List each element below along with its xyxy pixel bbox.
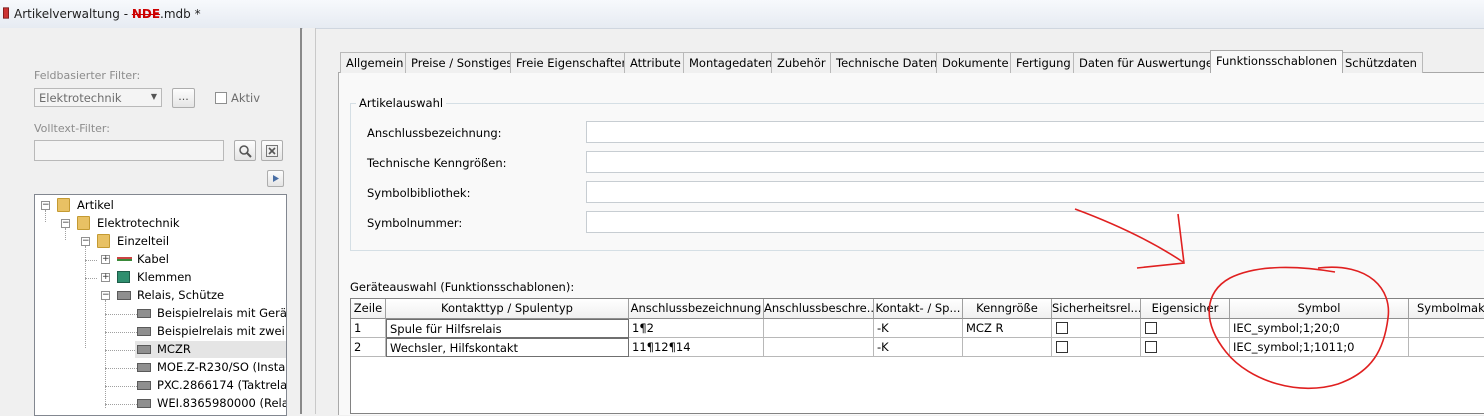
tab-funktionsschablonen[interactable]: Funktionsschablonen bbox=[1210, 50, 1344, 73]
table-cell-anschluss[interactable]: 1¶2 bbox=[629, 319, 764, 338]
column-header[interactable]: Symbolmakro bbox=[1409, 299, 1484, 319]
table-cell-typ[interactable]: Spule für Hilfsrelais bbox=[386, 319, 629, 338]
folder-icon bbox=[57, 198, 70, 212]
table-cell-anschluss[interactable]: 11¶12¶14 bbox=[629, 338, 764, 357]
table-cell-zeile[interactable]: 2 bbox=[351, 338, 386, 357]
active-checkbox[interactable] bbox=[215, 92, 227, 104]
tab-preise[interactable]: Preise / Sonstiges bbox=[405, 52, 519, 73]
folder-icon bbox=[97, 234, 110, 248]
fulltext-filter-label: Volltext-Filter: bbox=[34, 122, 110, 135]
collapse-icon[interactable]: − bbox=[101, 291, 110, 300]
column-header[interactable]: Kontakt- / Sp... bbox=[874, 299, 963, 319]
active-checkbox-label: Aktiv bbox=[231, 91, 261, 105]
column-header[interactable]: Kenngröße bbox=[963, 299, 1052, 319]
cable-icon bbox=[117, 257, 132, 261]
device-grid[interactable]: Zeile Kontakttyp / Spulentyp Anschlussbe… bbox=[350, 298, 1484, 414]
apply-filter-button[interactable] bbox=[267, 170, 284, 187]
tab-zubehoer[interactable]: Zubehör bbox=[771, 52, 832, 73]
redacted-filename: NDE bbox=[131, 7, 161, 21]
table-cell-kenngroesse[interactable]: MCZ R bbox=[963, 319, 1052, 338]
splitter[interactable] bbox=[303, 28, 316, 414]
relay-icon bbox=[137, 363, 151, 372]
expand-icon[interactable]: + bbox=[101, 255, 110, 264]
relay-icon bbox=[137, 345, 151, 354]
relay-icon bbox=[137, 381, 151, 390]
symbolbibliothek-label: Symbolbibliothek: bbox=[367, 186, 471, 200]
sicherheitsrelevant-checkbox[interactable] bbox=[1056, 322, 1068, 334]
column-header[interactable]: Anschlussbeschre... bbox=[764, 299, 874, 319]
search-icon bbox=[239, 145, 252, 158]
table-cell-kontakt[interactable]: -K bbox=[874, 338, 963, 357]
symbolnummer-label: Symbolnummer: bbox=[367, 216, 463, 230]
title-bar: Artikelverwaltung - NDE.mdb * bbox=[0, 0, 1484, 29]
table-cell-eigensicher bbox=[1141, 338, 1230, 357]
article-tree[interactable]: − Artikel − Elektrotechnik − Einzelteil … bbox=[34, 194, 287, 416]
clear-filter-button[interactable] bbox=[261, 140, 283, 161]
table-cell-typ[interactable]: Wechsler, Hilfskontakt bbox=[386, 338, 629, 357]
tab-schuetzdaten[interactable]: Schützdaten bbox=[1339, 52, 1423, 73]
table-cell-beschreibung[interactable] bbox=[764, 319, 874, 338]
table-cell-symbolmakro[interactable] bbox=[1409, 338, 1484, 357]
relay-icon bbox=[137, 309, 151, 318]
tree-item-selected[interactable]: MCZR bbox=[135, 341, 286, 358]
symbolbibliothek-input[interactable] bbox=[586, 181, 1484, 203]
column-header[interactable]: Zeile bbox=[351, 299, 386, 319]
folder-icon bbox=[77, 216, 90, 230]
table-cell-zeile[interactable]: 1 bbox=[351, 319, 386, 338]
anschluss-label: Anschlussbezeichnung: bbox=[367, 126, 502, 140]
eigensicher-checkbox[interactable] bbox=[1145, 341, 1157, 353]
column-header[interactable]: Symbol bbox=[1230, 299, 1409, 319]
table-cell-symbol[interactable]: IEC_symbol;1;1011;0 bbox=[1230, 338, 1409, 357]
tab-attribute[interactable]: Attribute bbox=[624, 52, 687, 73]
kenngroessen-label: Technische Kenngrößen: bbox=[367, 156, 507, 170]
field-filter-label: Feldbasierter Filter: bbox=[34, 69, 141, 82]
table-cell-kenngroesse[interactable] bbox=[963, 338, 1052, 357]
terminal-icon bbox=[117, 271, 130, 283]
sicherheitsrelevant-checkbox[interactable] bbox=[1056, 341, 1068, 353]
fulltext-filter-input[interactable] bbox=[34, 140, 224, 161]
tab-daten-fuer-auswertungen[interactable]: Daten für Auswertungen bbox=[1073, 52, 1227, 73]
relay-icon bbox=[137, 327, 151, 336]
window-title: Artikelverwaltung - NDE.mdb * bbox=[14, 7, 201, 21]
article-selection-title: Artikelauswahl bbox=[356, 96, 447, 110]
table-cell-eigensicher bbox=[1141, 319, 1230, 338]
filter-browse-button[interactable]: ... bbox=[172, 88, 195, 108]
chevron-down-icon: ▼ bbox=[150, 92, 157, 101]
column-header[interactable]: Kontakttyp / Spulentyp bbox=[386, 299, 629, 319]
search-button[interactable] bbox=[234, 140, 256, 161]
table-cell-symbolmakro[interactable] bbox=[1409, 319, 1484, 338]
eigensicher-checkbox[interactable] bbox=[1145, 322, 1157, 334]
device-grid-title: Geräteauswahl (Funktionsschablonen): bbox=[350, 280, 575, 294]
collapse-icon[interactable]: − bbox=[41, 201, 50, 210]
app-icon bbox=[2, 7, 9, 19]
relay-icon bbox=[137, 399, 151, 408]
tab-freie-eigenschaften[interactable]: Freie Eigenschaften bbox=[510, 52, 635, 73]
expand-icon[interactable]: + bbox=[101, 273, 110, 282]
play-arrow-icon bbox=[273, 175, 279, 182]
symbolnummer-input[interactable] bbox=[586, 211, 1484, 233]
column-header[interactable]: Eigensicher bbox=[1141, 299, 1230, 319]
anschluss-input[interactable] bbox=[586, 121, 1484, 143]
table-cell-kontakt[interactable]: -K bbox=[874, 319, 963, 338]
relay-icon bbox=[117, 291, 131, 300]
table-cell-beschreibung[interactable] bbox=[764, 338, 874, 357]
table-cell-sicherheit bbox=[1052, 319, 1141, 338]
column-header[interactable]: Sicherheitsrel... bbox=[1052, 299, 1141, 319]
table-cell-sicherheit bbox=[1052, 338, 1141, 357]
tab-technische-daten[interactable]: Technische Daten bbox=[830, 52, 944, 73]
tab-fertigung[interactable]: Fertigung bbox=[1010, 52, 1077, 73]
kenngroessen-input[interactable] bbox=[586, 151, 1484, 173]
tab-montagedaten[interactable]: Montagedaten bbox=[683, 52, 779, 73]
tab-allgemein[interactable]: Allgemein bbox=[340, 52, 410, 73]
field-filter-combo[interactable]: Elektrotechnik ▼ bbox=[34, 88, 162, 107]
tab-dokumente[interactable]: Dokumente bbox=[936, 52, 1015, 73]
clear-icon bbox=[266, 145, 278, 157]
table-cell-symbol[interactable]: IEC_symbol;1;20;0 bbox=[1230, 319, 1409, 338]
collapse-icon[interactable]: − bbox=[61, 219, 70, 228]
collapse-icon[interactable]: − bbox=[81, 237, 90, 246]
column-header[interactable]: Anschlussbezeichnung bbox=[629, 299, 764, 319]
